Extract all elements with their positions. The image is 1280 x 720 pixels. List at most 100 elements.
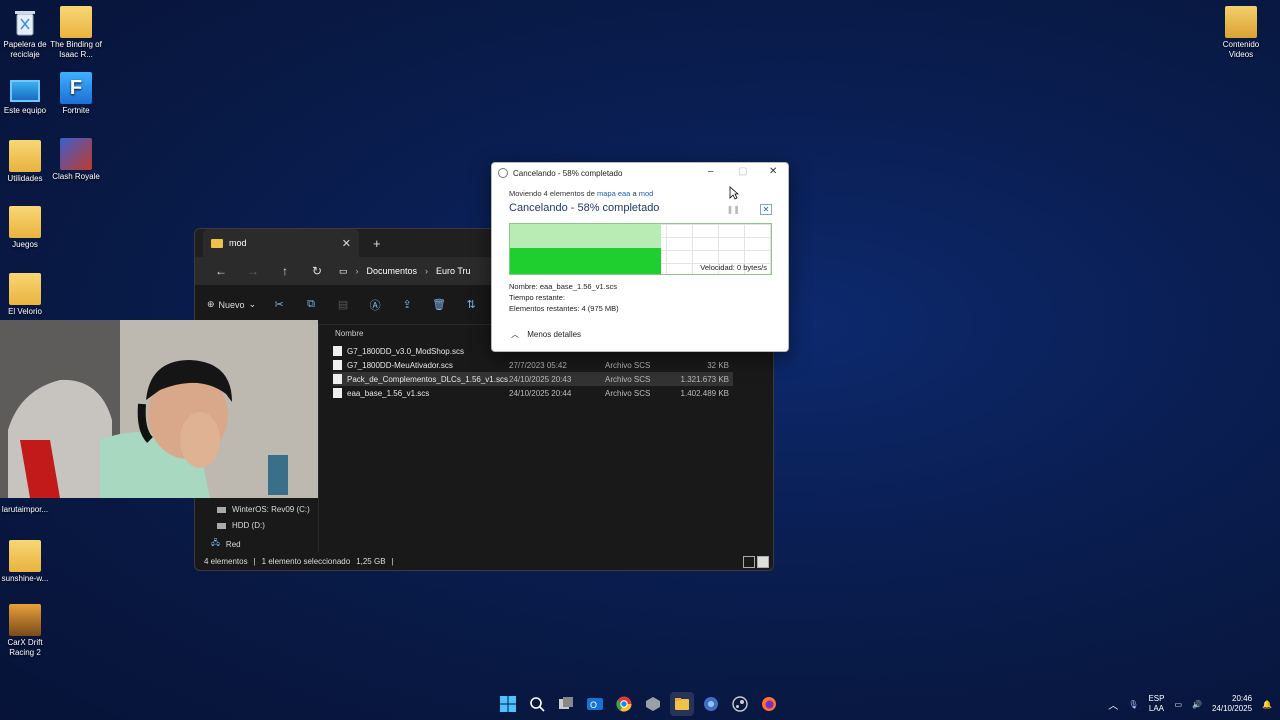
progress-graph: Velocidad: 0 bytes/s: [509, 223, 772, 275]
file-icon: [333, 360, 342, 370]
taskbar-clock[interactable]: 20:46 24/10/2025: [1212, 694, 1252, 714]
desktop-icon-label: CarX Drift Racing 2: [7, 638, 43, 657]
clash-royale-icon: [60, 138, 92, 170]
desktop-icon-larutaimpor[interactable]: larutaimpor...: [0, 505, 55, 515]
refresh-icon[interactable]: ↻: [301, 264, 333, 278]
sidebar-item-drive-c[interactable]: WinterOS: Rev09 (C:): [217, 505, 310, 514]
forward-icon[interactable]: →: [237, 264, 269, 278]
table-row[interactable]: Pack_de_Complementos_DLCs_1.56_v1.scs 24…: [333, 372, 733, 386]
system-tray: ︿ 🎙 ESP LAA ▭ 🔊 20:46 24/10/2025 🔔: [1108, 688, 1272, 720]
language-indicator[interactable]: ESP LAA: [1148, 694, 1164, 714]
cut-icon[interactable]: ✂: [270, 298, 288, 311]
fortnite-icon: F: [60, 72, 92, 104]
close-icon[interactable]: ✕: [769, 166, 777, 177]
breadcrumb[interactable]: ▭ › Documentos › Euro Tru: [339, 266, 471, 277]
transfer-details: Nombre: eaa_base_1.56_v1.scs Tiempo rest…: [509, 281, 619, 314]
desktop-icon-clash-royale[interactable]: Clash Royale: [46, 138, 106, 182]
file-explorer-icon[interactable]: [670, 692, 694, 716]
breadcrumb-item[interactable]: Documentos: [367, 266, 418, 276]
source-link[interactable]: mapa eaa: [597, 189, 630, 198]
file-date: 24/10/2025 20:44: [509, 388, 572, 398]
speed-readout: Velocidad: 0 bytes/s: [700, 263, 767, 272]
less-details-button[interactable]: ︿ Menos detalles: [511, 329, 581, 340]
lang-top: ESP: [1148, 694, 1165, 703]
search-icon[interactable]: [525, 692, 549, 716]
desktop-icon-label: El Velorio: [8, 307, 42, 316]
outlook-icon[interactable]: O: [583, 692, 607, 716]
share-icon[interactable]: ⇪: [398, 298, 416, 311]
close-tab-icon[interactable]: ✕: [342, 237, 351, 250]
folder-icon: [60, 6, 92, 38]
file-list: Nombre G7_1800DD_v3.0_ModShop.scs G7_180…: [321, 325, 773, 552]
desktop-icon-label: Juegos: [12, 240, 38, 249]
status-divider: |: [253, 556, 256, 566]
microphone-icon[interactable]: 🎙: [1128, 700, 1138, 709]
destination-link[interactable]: mod: [639, 189, 654, 198]
tab-mod[interactable]: mod ✕: [203, 229, 359, 257]
task-view-icon[interactable]: [554, 692, 578, 716]
volume-icon[interactable]: 🔊: [1192, 700, 1202, 709]
details-view-icon[interactable]: [743, 556, 755, 568]
moving-prefix: Moviendo 4 elementos de: [509, 189, 595, 198]
back-icon[interactable]: ←: [205, 264, 237, 278]
sidebar-item-red[interactable]: 🖧 Red: [211, 537, 241, 551]
table-row[interactable]: eaa_base_1.56_v1.scs 24/10/2025 20:44 Ar…: [333, 386, 733, 400]
table-row[interactable]: G7_1800DD-MeuAtivador.scs 27/7/2023 05:4…: [333, 358, 733, 372]
monitor-icon: [9, 72, 41, 104]
chevron-down-icon: ⌄: [248, 299, 257, 309]
chevron-up-icon[interactable]: ︿: [1108, 697, 1118, 712]
tab-title: mod: [229, 238, 247, 248]
new-tab-button[interactable]: +: [373, 236, 381, 251]
column-header-name[interactable]: Nombre: [335, 329, 363, 338]
desktop-icon-sunshine[interactable]: sunshine-w...: [0, 540, 55, 584]
status-bar: 4 elementos | 1 elemento seleccionado 1,…: [195, 552, 773, 570]
chevron-right-icon: ›: [355, 266, 359, 276]
clock-date: 24/10/2025: [1211, 704, 1253, 713]
desktop-icon-isaac[interactable]: The Binding of Isaac R...: [46, 6, 106, 60]
clock-icon: [498, 168, 508, 178]
desktop-icon-carx[interactable]: CarX Drift Racing 2: [0, 604, 55, 658]
breadcrumb-item[interactable]: Euro Tru: [436, 266, 471, 276]
sidebar-item-drive-d[interactable]: HDD (D:): [217, 521, 265, 530]
folder-icon: [9, 206, 41, 238]
sort-icon[interactable]: ⇅: [462, 298, 480, 311]
network-icon[interactable]: ▭: [1174, 700, 1182, 709]
pause-icon[interactable]: ❚❚: [727, 205, 740, 214]
file-date: 24/10/2025 20:43: [509, 374, 572, 384]
firefox-icon[interactable]: [757, 692, 781, 716]
delete-icon[interactable]: 🗑: [430, 298, 448, 311]
new-button[interactable]: ⊕ Nuevo ⌄: [207, 299, 256, 310]
speed-fill: [510, 248, 662, 274]
carx-icon: [9, 604, 41, 636]
desktop-icon-fortnite[interactable]: F Fortnite: [46, 72, 106, 116]
desktop-icon-juegos[interactable]: Juegos: [0, 206, 55, 250]
desktop-icon-contenido-videos[interactable]: Contenido Videos: [1211, 6, 1271, 60]
rename-icon[interactable]: Ⓐ: [366, 297, 384, 313]
up-icon[interactable]: ↑: [269, 264, 301, 278]
notifications-icon[interactable]: 🔔: [1262, 700, 1272, 709]
app-circle-icon[interactable]: [699, 692, 723, 716]
minimize-icon[interactable]: –: [708, 166, 714, 177]
file-type: Archivo SCS: [605, 388, 651, 398]
taskbar: O ︿ 🎙 ESP LAA ▭ 🔊 20:46 24/10/2025 🔔: [0, 688, 1280, 720]
desktop-icon-label: The Binding of Isaac R...: [50, 40, 102, 59]
folder-icon: [9, 273, 41, 305]
windows-start-icon[interactable]: [496, 692, 520, 716]
file-size: 32 KB: [707, 360, 729, 370]
mouse-cursor-icon: [729, 186, 739, 200]
copy-icon[interactable]: ⧉: [302, 298, 320, 311]
maximize-icon[interactable]: ▢: [738, 166, 747, 177]
cancel-transfer-icon[interactable]: ✕: [760, 204, 772, 215]
tiles-view-icon[interactable]: [757, 556, 769, 568]
app-icon[interactable]: [641, 692, 665, 716]
chrome-icon[interactable]: [612, 692, 636, 716]
desktop-icon-el-velorio[interactable]: El Velorio: [0, 273, 55, 317]
dialog-titlebar: Cancelando - 58% completado – ▢ ✕: [492, 163, 788, 183]
svg-text:O: O: [590, 700, 597, 710]
status-count: 4 elementos: [204, 556, 248, 566]
steam-icon[interactable]: [728, 692, 752, 716]
file-icon: [333, 346, 342, 356]
file-size: 1.321.673 KB: [680, 374, 729, 384]
file-icon: [333, 388, 342, 398]
paste-icon[interactable]: ▤: [334, 298, 352, 311]
